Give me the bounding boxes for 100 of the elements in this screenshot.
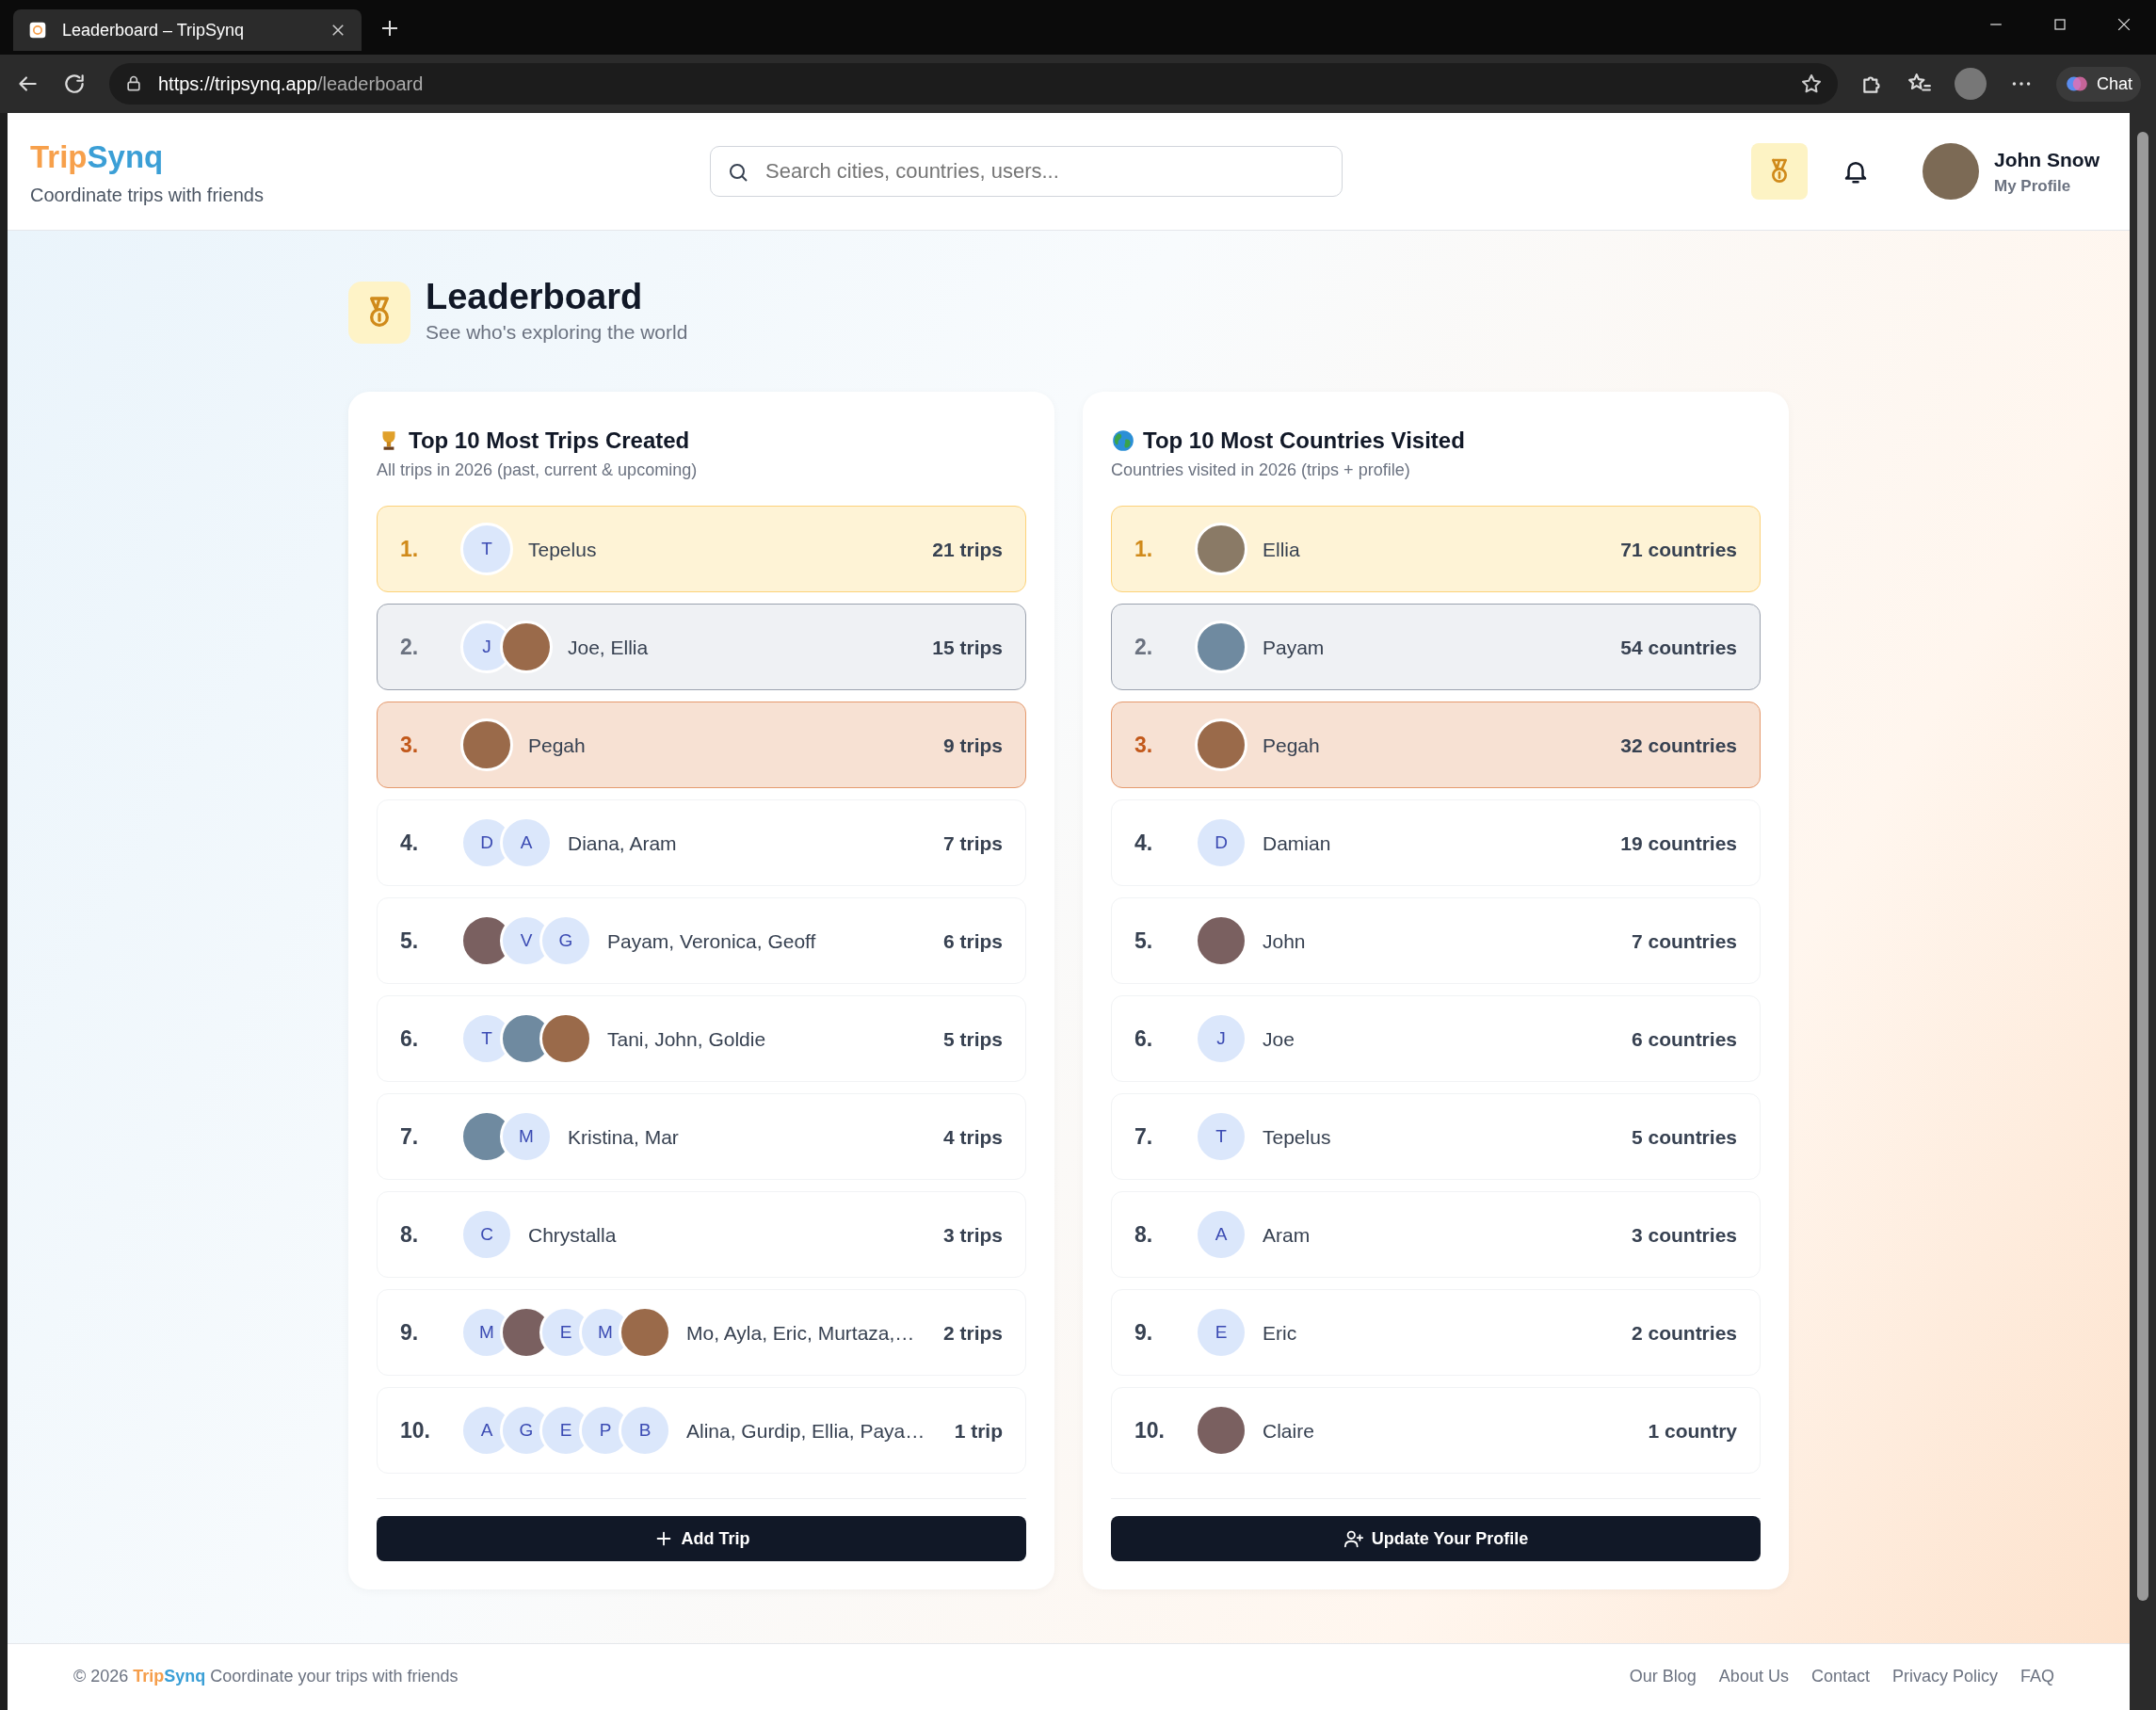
card-title: Top 10 Most Countries Visited	[1143, 427, 1465, 456]
rank-number: 7.	[400, 1123, 420, 1152]
user-names: Aram	[1263, 1222, 1311, 1248]
user-names: Claire	[1263, 1418, 1315, 1444]
leaderboard-row[interactable]: 9. E Eric 2 countries	[1111, 1289, 1761, 1377]
leaderboard-row[interactable]: 8. A Aram 3 countries	[1111, 1191, 1761, 1279]
rank-number: 1.	[1134, 536, 1154, 564]
rank-number: 4.	[1134, 830, 1154, 858]
user-names: Kristina, Mar	[568, 1124, 680, 1150]
user-names: Tepelus	[528, 537, 598, 562]
count: 15 trips	[932, 635, 1003, 660]
card-subtitle: All trips in 2026 (past, current & upcoming)	[377, 460, 699, 482]
leaderboard-row[interactable]: 6. T Tani, John, Goldie 5 trips	[377, 995, 1026, 1083]
star-icon[interactable]	[1799, 73, 1823, 95]
user-name: John Snow	[1994, 147, 2100, 172]
count: 32 countries	[1620, 733, 1737, 758]
page-subtitle: See who's exploring the world	[426, 319, 688, 345]
rank-number: 3.	[1134, 732, 1154, 760]
count: 2 countries	[1631, 1320, 1737, 1346]
user-names: Diana, Aram	[568, 831, 678, 856]
leaderboard-row[interactable]: 8. C Chrystalla 3 trips	[377, 1191, 1026, 1279]
card-subtitle: Countries visited in 2026 (trips + profile)	[1111, 460, 1411, 482]
leaderboard-row[interactable]: 1. Ellia 71 countries	[1111, 506, 1761, 593]
leaderboard-row[interactable]: 4. D Damian 19 countries	[1111, 799, 1761, 887]
leaderboard-row[interactable]: 5. John 7 countries	[1111, 897, 1761, 985]
rank-number: 10.	[1134, 1417, 1166, 1445]
leaderboard-row[interactable]: 2. Payam 54 countries	[1111, 604, 1761, 691]
user-names: Payam	[1263, 635, 1326, 660]
count: 2 trips	[942, 1320, 1003, 1346]
rank-number: 4.	[400, 830, 420, 858]
user-names: John	[1263, 928, 1307, 954]
user-names: Payam, Veronica, Geoff	[607, 928, 817, 954]
card-title: Top 10 Most Trips Created	[409, 427, 690, 456]
leaderboard-row[interactable]: 2. J Joe, Ellia 15 trips	[377, 604, 1026, 691]
leaderboard-row[interactable]: 4. D A Diana, Aram 7 trips	[377, 799, 1026, 887]
count: 5 countries	[1631, 1124, 1737, 1150]
rank-number: 7.	[1134, 1123, 1154, 1152]
reload-icon[interactable]	[62, 72, 87, 96]
profile-avatar[interactable]	[1954, 68, 1987, 100]
count: 9 trips	[942, 733, 1003, 758]
user-names: Chrystalla	[528, 1222, 618, 1248]
tagline: Coordinate trips with friends	[30, 183, 265, 207]
rank-number: 8.	[400, 1221, 420, 1250]
count: 5 trips	[942, 1026, 1003, 1052]
leaderboard-row[interactable]: 6. J Joe 6 countries	[1111, 995, 1761, 1083]
url-text: https://tripsynq.app/leaderboard	[158, 73, 425, 96]
leaderboard-row[interactable]: 9. M E M Mo, Ayla, Eric, Murtaza,… 2 trips	[377, 1289, 1026, 1377]
count: 3 trips	[942, 1222, 1003, 1248]
leaderboard-row[interactable]: 3. Pegah 9 trips	[377, 702, 1026, 789]
chat-button[interactable]: Chat	[2055, 66, 2141, 102]
count: 3 countries	[1631, 1222, 1737, 1248]
rank-number: 2.	[400, 634, 420, 662]
count: 6 trips	[942, 928, 1003, 954]
rank-number: 2.	[1134, 634, 1154, 662]
action-button[interactable]: Update Your Profile	[1111, 1516, 1761, 1562]
user-names: Pegah	[1263, 733, 1321, 758]
footer-link[interactable]: Our Blog	[1629, 1664, 1697, 1689]
leaderboard-row[interactable]: 7. M Kristina, Mar 4 trips	[377, 1093, 1026, 1181]
rank-number: 1.	[400, 536, 420, 564]
leaderboard-row[interactable]: 10. Claire 1 country	[1111, 1387, 1761, 1475]
lock-icon	[124, 74, 143, 93]
rank-number: 3.	[400, 732, 420, 760]
scrollbar[interactable]	[2130, 113, 2156, 1710]
rank-number: 8.	[1134, 1221, 1154, 1250]
user-names: Tani, John, Goldie	[607, 1026, 767, 1052]
rank-number: 9.	[1134, 1319, 1154, 1347]
footer-link[interactable]: About Us	[1718, 1664, 1789, 1689]
footer-copyright: © 2026 TripSynq Coordinate your trips with friends	[73, 1666, 459, 1687]
footer-link[interactable]: Privacy Policy	[1891, 1664, 1998, 1689]
profile-link[interactable]: My Profile	[1994, 174, 2100, 199]
count: 4 trips	[942, 1124, 1003, 1150]
user-names: Joe, Ellia	[568, 635, 650, 660]
count: 7 countries	[1631, 928, 1737, 954]
count: 1 country	[1648, 1418, 1737, 1444]
leaderboard-row[interactable]: 5. V G Payam, Veronica, Geoff 6 trips	[377, 897, 1026, 985]
action-button[interactable]: Add Trip	[377, 1516, 1026, 1562]
leaderboard-row[interactable]: 3. Pegah 32 countries	[1111, 702, 1761, 789]
user-names: Alina, Gurdip, Ellia, Paya…	[686, 1418, 926, 1444]
footer-link[interactable]: Contact	[1810, 1664, 1870, 1689]
leaderboard-button[interactable]	[1751, 143, 1808, 200]
search-field[interactable]: Search cities, countries, users...	[710, 146, 1343, 197]
user-names: Mo, Ayla, Eric, Murtaza,…	[686, 1320, 916, 1346]
count: 54 countries	[1620, 635, 1737, 660]
page-title: Leaderboard	[426, 278, 644, 317]
footer-link[interactable]: FAQ	[2020, 1664, 2054, 1689]
rank-number: 9.	[400, 1319, 420, 1347]
avatar-initial: T	[460, 523, 513, 576]
leaderboard-row[interactable]: 7. T Tepelus 5 countries	[1111, 1093, 1761, 1181]
count: 71 countries	[1620, 537, 1737, 562]
address-bar[interactable]: https://tripsynq.app/leaderboard	[109, 63, 1838, 105]
leaderboard-row[interactable]: 10. A G E P B Alina, Gurdip, Ellia, Paya… 1 trip	[377, 1387, 1026, 1475]
user-names: Joe	[1263, 1026, 1295, 1052]
rank-number: 10.	[400, 1417, 431, 1445]
browser-tab[interactable]: Leaderboard – TripSynq	[13, 9, 362, 51]
user-avatar[interactable]	[1923, 143, 1979, 200]
globe-icon	[1111, 428, 1135, 454]
close-icon[interactable]	[330, 22, 346, 39]
leaderboard-row[interactable]: 1. T Tepelus 21 trips	[377, 506, 1026, 593]
rank-number: 5.	[400, 928, 420, 956]
user-names: Damian	[1263, 831, 1332, 856]
